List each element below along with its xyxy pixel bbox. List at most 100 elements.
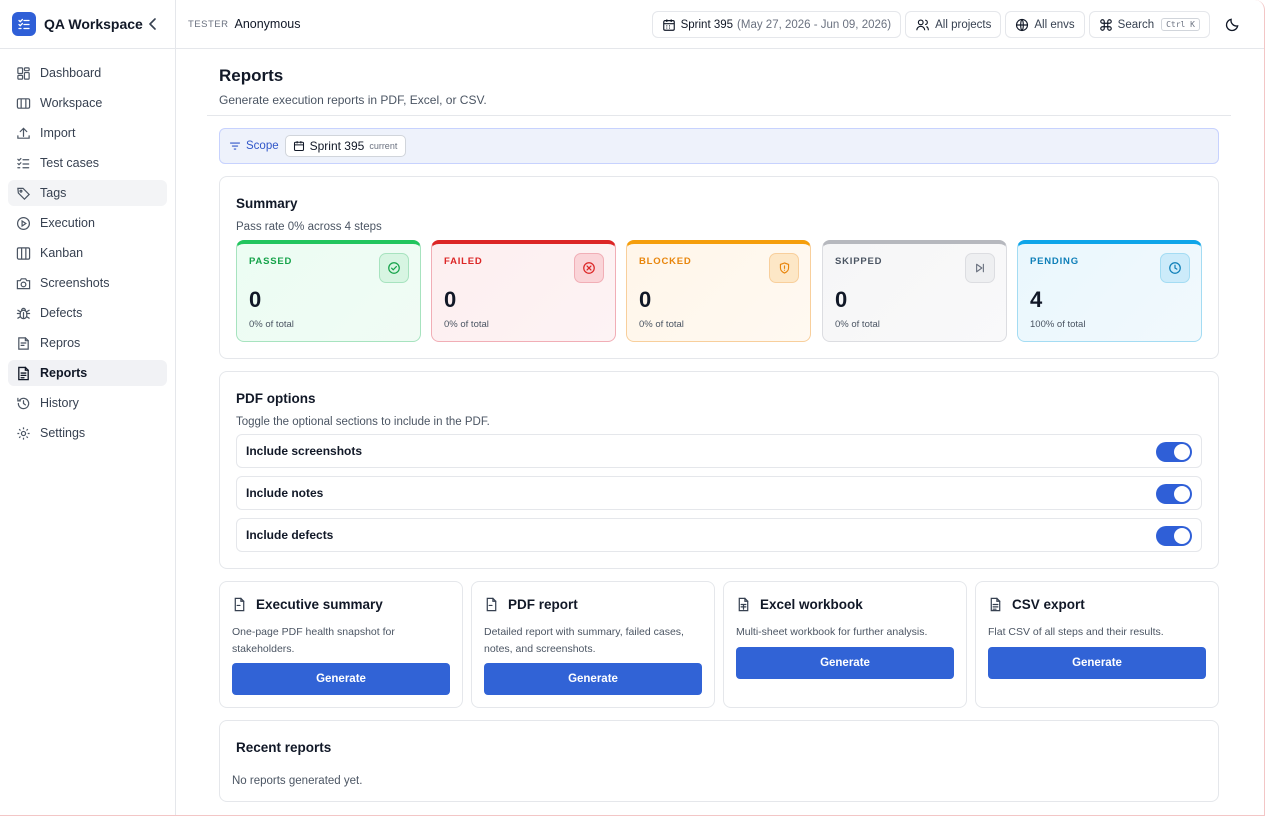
scope-label: Scope: [246, 140, 279, 152]
stat-value: 0: [639, 287, 652, 312]
skip-forward-icon: [965, 253, 995, 283]
stat-percent: 0% of total: [639, 319, 684, 330]
file-icon: [234, 597, 245, 612]
workspace-icon: [16, 97, 31, 109]
stat-failed: FAILED 0 0% of total: [431, 240, 616, 342]
app-window: QA Workspace Dashboard Workspace Import …: [0, 0, 1265, 816]
sidebar-item-history[interactable]: History: [8, 390, 167, 416]
stat-value: 0: [249, 287, 262, 312]
option-label: Include defects: [246, 528, 334, 542]
card-description: Flat CSV of all steps and their results.: [988, 626, 1164, 638]
play-icon: [16, 216, 31, 230]
scope-bar: Scope Sprint 395 current: [219, 128, 1219, 164]
pdf-report-card: PDF report Detailed report with summary,…: [471, 581, 715, 708]
search-label: Search: [1117, 18, 1155, 31]
envs-filter-label: All envs: [1034, 18, 1075, 31]
excel-workbook-card: Excel workbook Multi-sheet workbook for …: [723, 581, 967, 708]
stat-label: FAILED: [444, 256, 483, 267]
option-label: Include notes: [246, 486, 324, 500]
theme-toggle-button[interactable]: [1218, 11, 1246, 38]
generate-executive-summary-button[interactable]: Generate: [232, 663, 450, 695]
stat-pending: PENDING 4 100% of total: [1017, 240, 1202, 342]
option-include-defects: Include defects: [236, 518, 1202, 552]
sidebar-item-kanban[interactable]: Kanban: [8, 240, 167, 266]
check-circle-icon: [379, 253, 409, 283]
summary-card: Summary Pass rate 0% across 4 steps PASS…: [219, 176, 1219, 359]
card-title: PDF report: [508, 597, 578, 612]
spreadsheet-icon: [738, 597, 749, 612]
sidebar-item-defects[interactable]: Defects: [8, 300, 167, 326]
include-defects-toggle[interactable]: [1156, 526, 1192, 546]
page-title: Reports: [219, 66, 284, 85]
sidebar-item-reports[interactable]: Reports: [8, 360, 167, 386]
projects-filter-label: All projects: [935, 18, 992, 31]
generate-csv-export-button[interactable]: Generate: [988, 647, 1206, 679]
upload-icon: [17, 126, 30, 139]
sprint-selector-button[interactable]: Sprint 395 (May 27, 2026 - Jun 09, 2026): [651, 11, 902, 38]
stat-percent: 0% of total: [835, 319, 880, 330]
x-circle-icon: [574, 253, 604, 283]
include-notes-toggle[interactable]: [1156, 484, 1192, 504]
scope-current-tag: current: [369, 141, 398, 151]
app-logo-icon: [12, 12, 36, 36]
executive-summary-card: Executive summary One-page PDF health sn…: [219, 581, 463, 708]
scope-sprint-chip[interactable]: Sprint 395 current: [284, 135, 407, 157]
projects-filter-button[interactable]: All projects: [905, 11, 1002, 38]
card-title: CSV export: [1012, 597, 1085, 612]
card-header: Excel workbook: [736, 597, 863, 612]
sidebar-item-settings[interactable]: Settings: [8, 420, 167, 446]
sidebar-item-label: Settings: [40, 426, 86, 440]
brand: QA Workspace: [0, 0, 175, 49]
sidebar-item-test-cases[interactable]: Test cases: [8, 150, 167, 176]
generate-pdf-report-button[interactable]: Generate: [484, 663, 702, 695]
summary-title: Summary: [236, 196, 298, 211]
sidebar-item-repros[interactable]: Repros: [8, 330, 167, 356]
card-description: Detailed report with summary, failed cas…: [484, 626, 684, 655]
stat-label: PASSED: [249, 256, 293, 267]
report-icon: [18, 366, 29, 380]
stat-value: 0: [835, 287, 848, 312]
sidebar-item-tags[interactable]: Tags: [8, 180, 167, 206]
generate-excel-workbook-button[interactable]: Generate: [736, 647, 954, 679]
sidebar-item-execution[interactable]: Execution: [8, 210, 167, 236]
sidebar-item-screenshots[interactable]: Screenshots: [8, 270, 167, 296]
header-actions: Sprint 395 (May 27, 2026 - Jun 09, 2026)…: [651, 11, 1246, 38]
sidebar-item-workspace[interactable]: Workspace: [8, 90, 167, 116]
search-button[interactable]: Search Ctrl K: [1088, 11, 1210, 38]
sidebar-nav: Dashboard Workspace Import Test cases Ta…: [0, 49, 175, 446]
shield-alert-icon: [769, 253, 799, 283]
sidebar-item-label: Dashboard: [40, 66, 102, 80]
bug-icon: [16, 307, 31, 319]
recent-reports-title: Recent reports: [236, 740, 332, 755]
card-description: One-page PDF health snapshot for stakeho…: [232, 626, 395, 655]
calendar-icon: [293, 141, 304, 152]
kanban-icon: [16, 246, 31, 260]
sidebar-item-import[interactable]: Import: [8, 120, 167, 146]
sidebar-item-dashboard[interactable]: Dashboard: [8, 60, 167, 86]
include-screenshots-toggle[interactable]: [1156, 442, 1192, 462]
sidebar: QA Workspace Dashboard Workspace Import …: [0, 0, 176, 815]
tester-name: Anonymous: [234, 17, 301, 31]
sidebar-item-label: Defects: [40, 306, 83, 320]
card-title: Excel workbook: [760, 597, 863, 612]
users-icon: [916, 18, 930, 30]
summary-subtitle: Pass rate 0% across 4 steps: [236, 221, 382, 233]
sidebar-item-label: Workspace: [40, 96, 103, 110]
moon-icon: [1225, 18, 1238, 32]
stat-percent: 0% of total: [444, 319, 489, 330]
stat-label: PENDING: [1030, 256, 1079, 267]
stat-percent: 0% of total: [249, 319, 294, 330]
option-label: Include screenshots: [246, 444, 363, 458]
recent-reports-card: Recent reports No reports generated yet.: [219, 720, 1219, 802]
file-text-icon: [990, 597, 1001, 612]
envs-filter-button[interactable]: All envs: [1005, 11, 1085, 38]
file-icon: [486, 597, 497, 612]
checklist-icon: [17, 157, 30, 168]
tester-label: TESTER: [188, 18, 229, 30]
stat-label: SKIPPED: [835, 256, 883, 267]
main-content: Reports Generate execution reports in PD…: [176, 49, 1264, 815]
collapse-sidebar-button[interactable]: [143, 14, 163, 34]
command-icon: [1099, 18, 1112, 31]
pdf-options-card: PDF options Toggle the optional sections…: [219, 371, 1219, 569]
sidebar-item-label: Tags: [40, 186, 67, 200]
